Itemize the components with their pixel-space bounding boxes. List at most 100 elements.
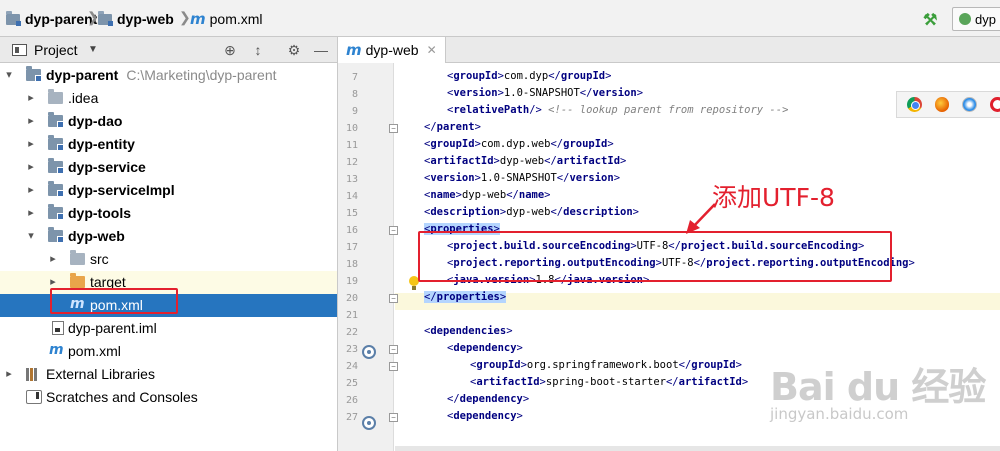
tree-item-idea[interactable]: ▸ .idea bbox=[0, 87, 337, 110]
dependency-gutter-icon[interactable] bbox=[362, 416, 376, 430]
collapse-all-icon[interactable]: ↕ bbox=[250, 42, 266, 58]
line-number: 27 bbox=[345, 412, 358, 423]
maven-icon: m bbox=[190, 10, 206, 28]
opera-icon[interactable] bbox=[990, 97, 1000, 112]
code-line-10: </parent> bbox=[424, 121, 481, 133]
chevron-right-icon[interactable]: ▸ bbox=[26, 183, 36, 196]
tree-item-label: Scratches and Consoles bbox=[46, 389, 198, 405]
chevron-right-icon[interactable]: ▸ bbox=[4, 367, 14, 380]
code-line-14: <name>dyp-web</name> bbox=[424, 189, 551, 201]
firefox-icon[interactable] bbox=[934, 97, 950, 112]
tree-item-label: External Libraries bbox=[46, 366, 155, 382]
chevron-down-icon[interactable]: ▼ bbox=[88, 44, 98, 55]
chevron-right-icon[interactable]: ▸ bbox=[48, 252, 58, 265]
line-number: 10 bbox=[345, 123, 358, 134]
tree-item-iml[interactable]: dyp-parent.iml bbox=[0, 317, 337, 340]
module-folder-icon bbox=[48, 135, 64, 151]
build-hammer-icon[interactable]: ⚒ bbox=[923, 10, 941, 29]
module-folder-icon bbox=[48, 204, 64, 220]
chevron-down-icon[interactable]: ▾ bbox=[26, 229, 36, 242]
line-number: 8 bbox=[351, 89, 358, 100]
code-line-25: <artifactId>spring-boot-starter</artifac… bbox=[470, 376, 749, 388]
close-icon[interactable]: ✕ bbox=[427, 43, 437, 57]
chrome-icon[interactable] bbox=[907, 97, 922, 112]
line-number: 9 bbox=[351, 106, 358, 117]
fold-marker[interactable]: − bbox=[389, 345, 398, 354]
highlight-box-utf8 bbox=[418, 231, 892, 282]
tab-dyp-web[interactable]: m dyp-web ✕ bbox=[338, 37, 446, 63]
excluded-folder-icon bbox=[70, 273, 85, 288]
annotation-arrow-icon bbox=[686, 203, 716, 234]
tree-item-label: dyp-web bbox=[68, 228, 125, 244]
tree-item-dyp-entity[interactable]: ▸ dyp-entity bbox=[0, 133, 337, 156]
code-line-20: </properties> bbox=[424, 291, 507, 303]
highlight-box-pom bbox=[50, 288, 178, 314]
fold-marker[interactable]: − bbox=[389, 294, 398, 303]
code-line-15: <description>dyp-web</description> bbox=[424, 206, 639, 218]
code-line-11: <groupId>com.dyp.web</groupId> bbox=[424, 138, 614, 150]
line-number: 19 bbox=[345, 276, 358, 287]
line-number: 17 bbox=[345, 242, 358, 253]
gear-icon[interactable]: ⚙ bbox=[286, 42, 302, 58]
code-line-8: <version>1.0-SNAPSHOT</version> bbox=[447, 87, 644, 99]
breadcrumb-item-dyp-parent[interactable]: dyp-parent bbox=[6, 10, 97, 28]
tree-item-label: dyp-parent.iml bbox=[68, 320, 157, 336]
breadcrumb-separator: ❯ bbox=[179, 9, 191, 25]
line-number: 11 bbox=[345, 140, 358, 151]
tree-item-src[interactable]: ▸ src bbox=[0, 248, 337, 271]
chevron-right-icon[interactable]: ▸ bbox=[26, 91, 36, 104]
chevron-down-icon[interactable]: ▾ bbox=[4, 68, 14, 81]
chevron-right-icon[interactable]: ▸ bbox=[48, 275, 58, 288]
module-folder-icon bbox=[6, 10, 21, 26]
tree-item-dyp-serviceimpl[interactable]: ▸ dyp-serviceImpl bbox=[0, 179, 337, 202]
chevron-right-icon[interactable]: ▸ bbox=[26, 114, 36, 127]
annotation-label: 添加UTF-8 bbox=[712, 183, 835, 212]
breadcrumb-item-pom[interactable]: m pom.xml bbox=[190, 10, 263, 28]
tree-item-dyp-service[interactable]: ▸ dyp-service bbox=[0, 156, 337, 179]
breadcrumb-item-dyp-web[interactable]: dyp-web bbox=[98, 10, 174, 28]
tree-item-root[interactable]: ▾ dyp-parent C:\Marketing\dyp-parent bbox=[0, 64, 337, 87]
run-configuration-select[interactable]: dyp bbox=[952, 7, 1000, 31]
project-tree: ▾ dyp-parent C:\Marketing\dyp-parent ▸ .i… bbox=[0, 63, 338, 451]
module-folder-icon bbox=[48, 181, 64, 197]
locate-target-icon[interactable]: ⊕ bbox=[222, 42, 238, 58]
maven-icon: m bbox=[346, 41, 362, 59]
chevron-right-icon[interactable]: ▸ bbox=[26, 137, 36, 150]
tree-item-root-pom[interactable]: m pom.xml bbox=[0, 340, 337, 363]
fold-marker[interactable]: − bbox=[389, 124, 398, 133]
chevron-right-icon[interactable]: ▸ bbox=[26, 206, 36, 219]
project-panel-header: Project ▼ ⊕ ↕ ⚙ — bbox=[0, 37, 338, 63]
tree-item-dyp-tools[interactable]: ▸ dyp-tools bbox=[0, 202, 337, 225]
navigation-bar: dyp-parent ❯ dyp-web ❯ m pom.xml ⚒ dyp bbox=[0, 0, 1000, 37]
libraries-icon bbox=[26, 368, 40, 381]
line-number: 22 bbox=[345, 327, 358, 338]
tree-item-external-libraries[interactable]: ▸ External Libraries bbox=[0, 363, 337, 386]
tree-item-scratches[interactable]: Scratches and Consoles bbox=[0, 386, 337, 409]
line-number: 26 bbox=[345, 395, 358, 406]
safari-icon[interactable] bbox=[962, 97, 978, 112]
chevron-right-icon[interactable]: ▸ bbox=[26, 160, 36, 173]
code-line-27: <dependency> bbox=[447, 410, 523, 422]
fold-marker[interactable]: − bbox=[389, 362, 398, 371]
tree-item-dyp-web[interactable]: ▾ dyp-web bbox=[0, 225, 337, 248]
line-number: 20 bbox=[345, 293, 358, 304]
module-folder-icon bbox=[48, 158, 64, 174]
fold-marker[interactable]: − bbox=[389, 226, 398, 235]
line-number: 24 bbox=[345, 361, 358, 372]
line-number: 14 bbox=[345, 191, 358, 202]
code-line-9: <relativePath/> <!-- lookup parent from … bbox=[447, 104, 789, 116]
code-line-24: <groupId>org.springframework.boot</group… bbox=[470, 359, 742, 371]
tree-item-label: src bbox=[90, 251, 109, 267]
folder-icon bbox=[70, 250, 85, 265]
horizontal-scrollbar[interactable] bbox=[395, 446, 1000, 451]
minimize-icon[interactable]: — bbox=[313, 42, 329, 58]
maven-icon: m bbox=[49, 342, 64, 358]
line-number: 12 bbox=[345, 157, 358, 168]
project-panel-title[interactable]: Project bbox=[34, 42, 78, 58]
line-number: 23 bbox=[345, 344, 358, 355]
code-line-22: <dependencies> bbox=[424, 325, 513, 337]
tree-item-dyp-dao[interactable]: ▸ dyp-dao bbox=[0, 110, 337, 133]
dependency-gutter-icon[interactable] bbox=[362, 345, 376, 359]
fold-marker[interactable]: − bbox=[389, 413, 398, 422]
tree-item-label: dyp-service bbox=[68, 159, 146, 175]
